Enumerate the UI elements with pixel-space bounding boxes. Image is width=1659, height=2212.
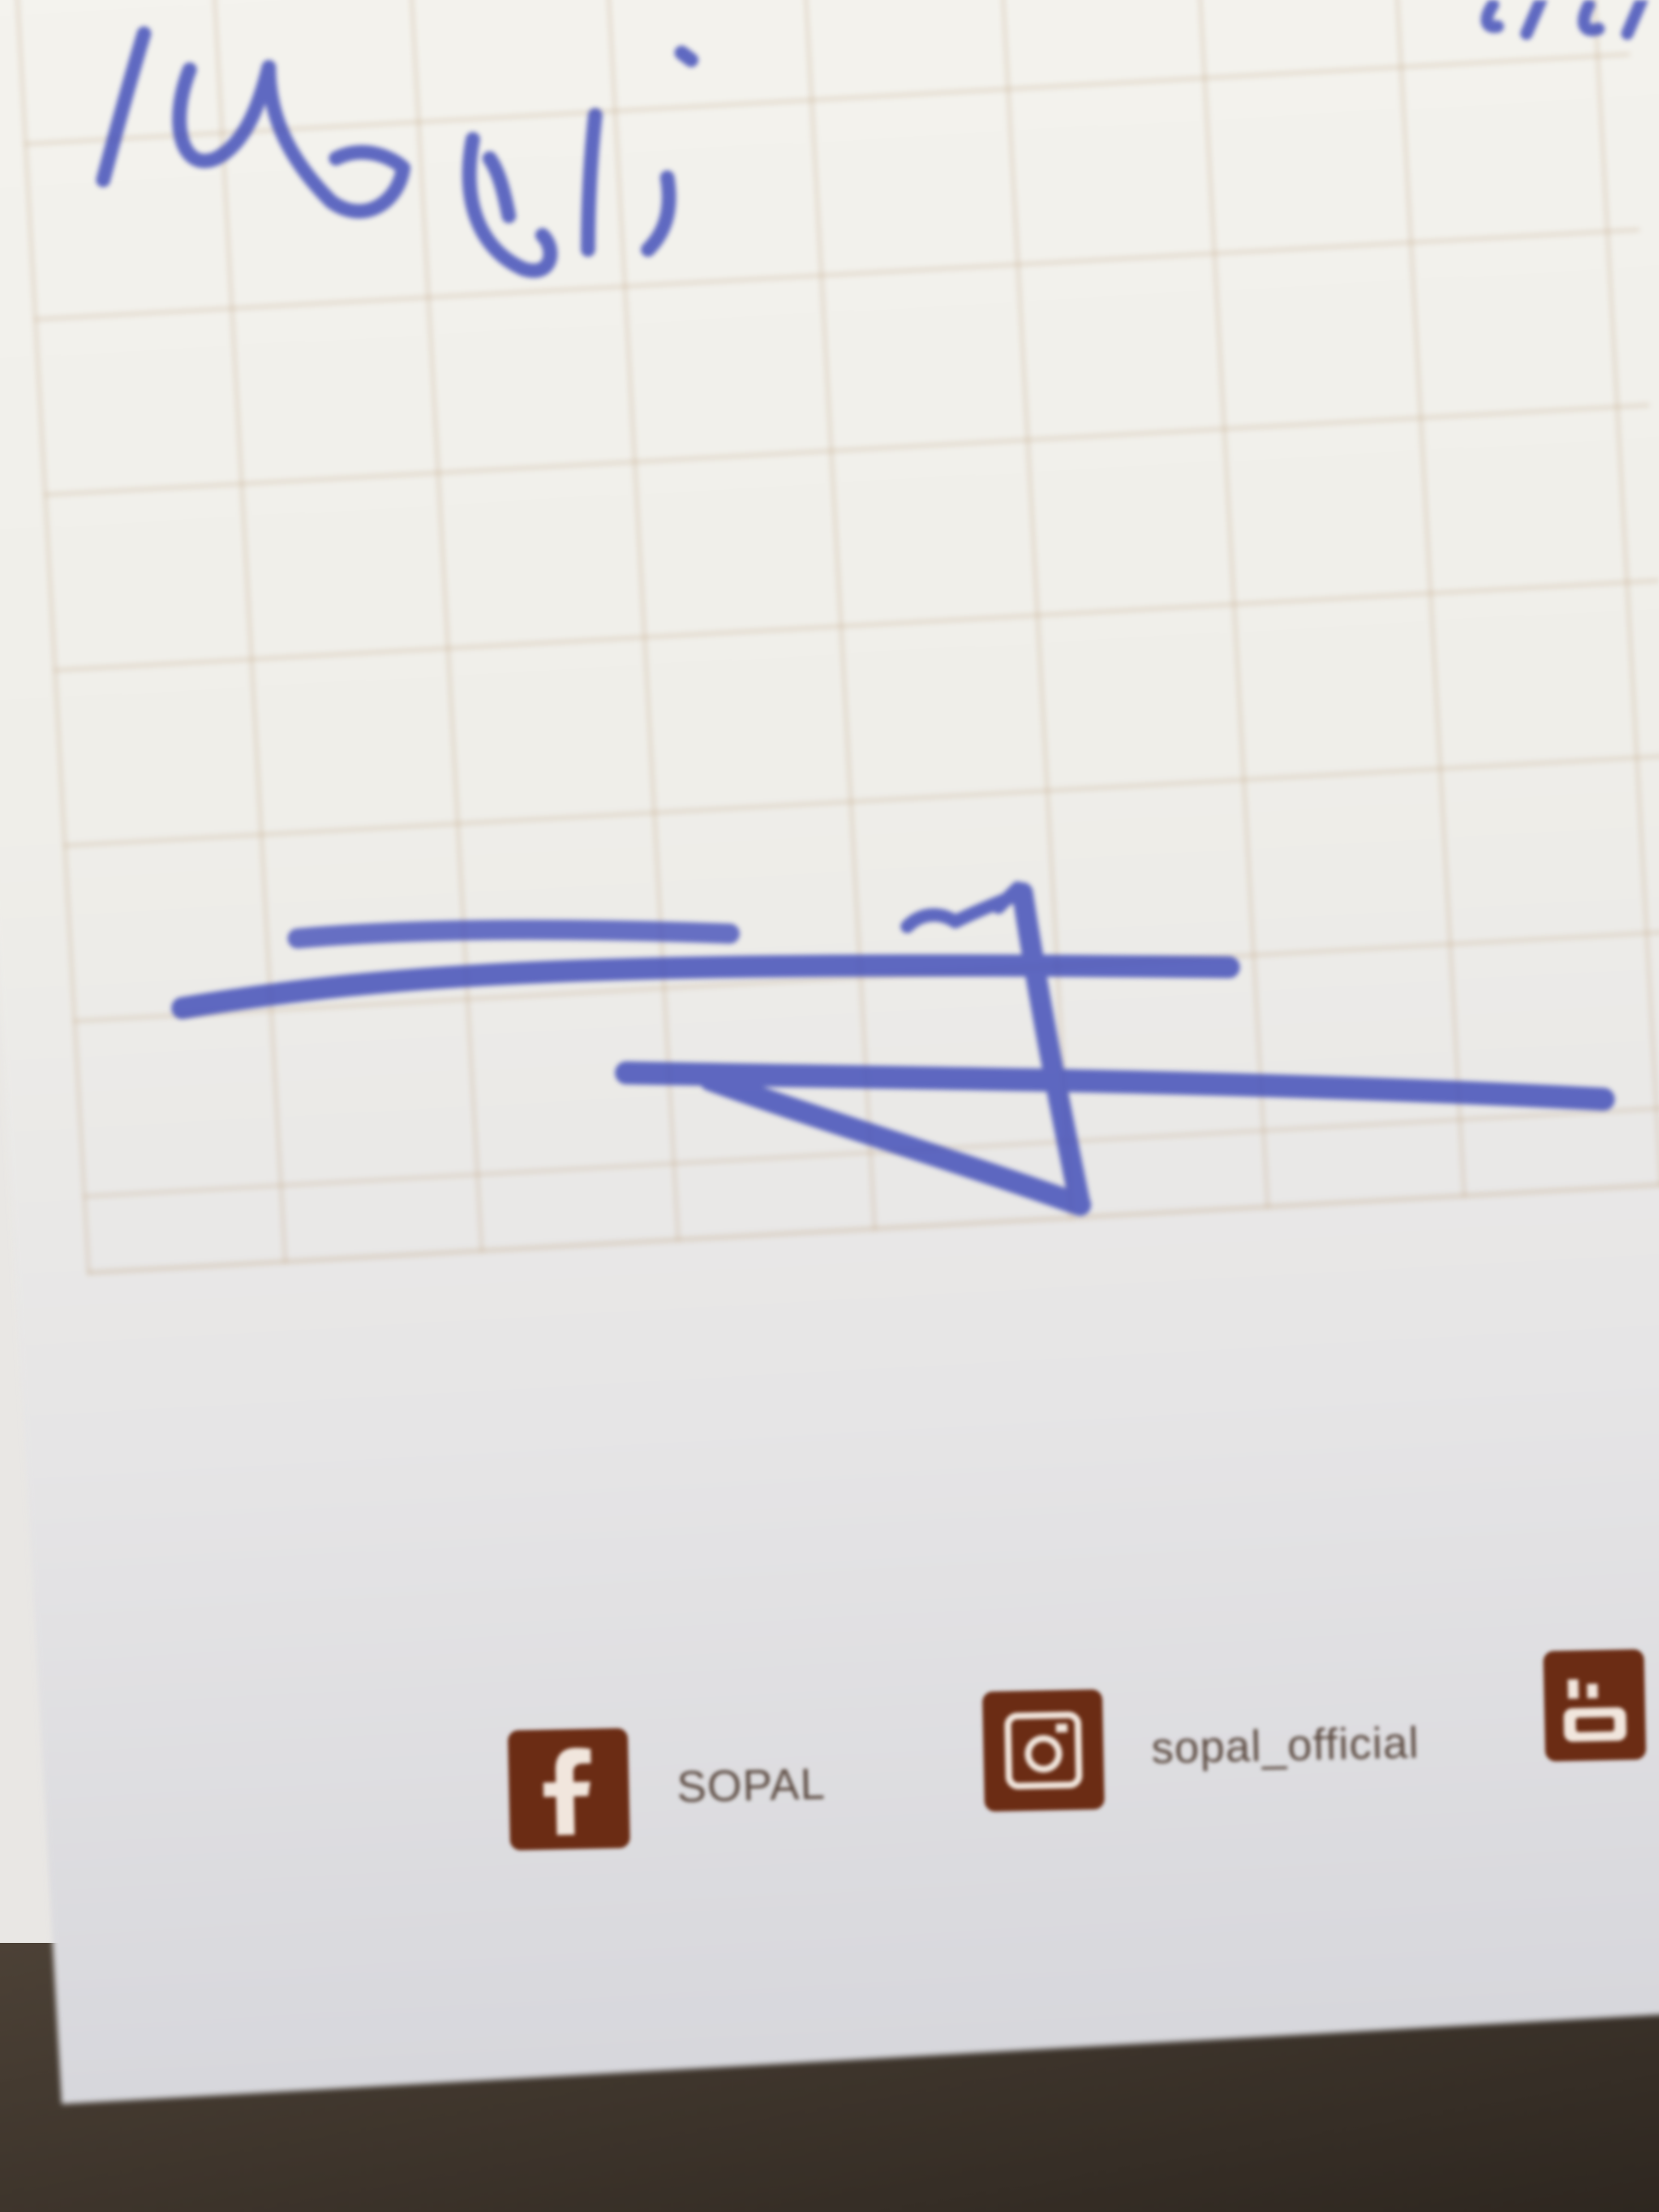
instagram-handle: sopal_official	[982, 1683, 1420, 1812]
corner-fragment	[1480, 0, 1648, 40]
instagram-label: sopal_official	[1151, 1718, 1420, 1773]
handwriting-layer	[96, 0, 1648, 1216]
facebook-label: SOPAL	[676, 1759, 827, 1812]
facebook-icon	[507, 1728, 630, 1851]
handwritten-word	[96, 26, 698, 278]
social-footer: SOPAL sopal_official	[497, 1649, 1659, 1885]
youtube-icon	[1543, 1649, 1647, 1762]
instagram-icon	[982, 1689, 1105, 1812]
youtube-handle	[1543, 1649, 1647, 1762]
signature	[171, 881, 1615, 1216]
facebook-handle: SOPAL	[507, 1724, 827, 1851]
